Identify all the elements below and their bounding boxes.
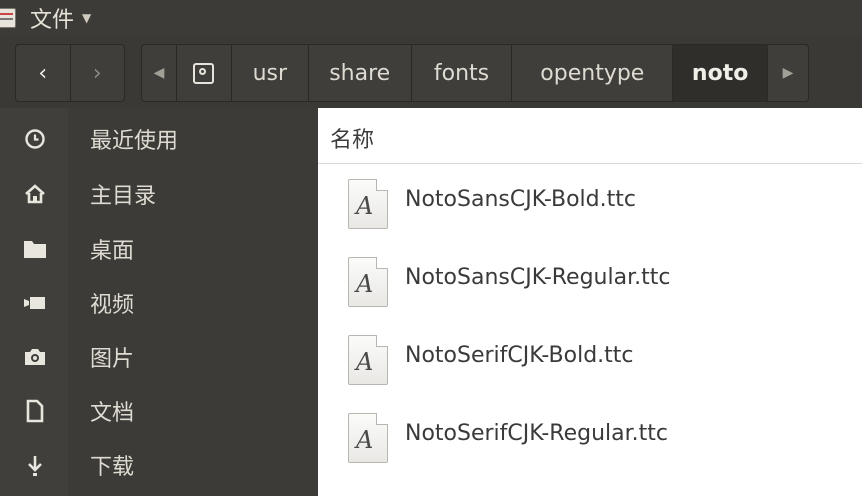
sidebar-item-label: 图片 xyxy=(90,347,135,372)
menubar: 文件 ▼ xyxy=(0,0,862,36)
home-icon xyxy=(22,181,48,207)
forward-arrow-icon: › xyxy=(92,60,102,86)
triangle-right-icon: ▶ xyxy=(782,65,794,81)
sidebar-item-recent[interactable]: 最近使用 xyxy=(0,112,318,166)
breadcrumb-share[interactable]: share xyxy=(309,45,412,101)
breadcrumb-scroll-left-button[interactable]: ◀ xyxy=(142,45,177,101)
sidebar-item-pictures[interactable]: 图片 xyxy=(0,330,318,384)
app-menu[interactable]: 文件 ▼ xyxy=(30,2,91,34)
sidebar-item-label: 视频 xyxy=(90,293,135,318)
sidebar-item-label: 主目录 xyxy=(90,184,157,209)
sidebar-item-label: 下载 xyxy=(90,455,135,480)
breadcrumb-scroll-right-button[interactable]: ▶ xyxy=(768,45,808,101)
file-name: NotoSansCJK-Regular.ttc xyxy=(405,265,671,290)
download-icon xyxy=(22,452,48,478)
breadcrumb-label: noto xyxy=(691,60,749,86)
sidebar-item-documents[interactable]: 文档 xyxy=(0,384,318,438)
breadcrumb-label: fonts xyxy=(433,60,490,86)
file-name: NotoSerifCJK-Regular.ttc xyxy=(405,421,669,446)
clock-icon xyxy=(22,126,48,152)
video-icon xyxy=(22,290,48,316)
sidebar-item-videos[interactable]: 视频 xyxy=(0,276,318,330)
sidebar-item-label: 文档 xyxy=(90,401,135,426)
sidebar-item-label: 桌面 xyxy=(90,239,135,264)
document-icon xyxy=(22,398,48,424)
folder-icon xyxy=(22,236,48,262)
sidebar-item-desktop[interactable]: 桌面 xyxy=(0,222,318,276)
chevron-down-icon: ▼ xyxy=(82,11,92,25)
camera-icon xyxy=(22,344,48,370)
back-arrow-icon: ‹ xyxy=(38,60,48,86)
toolbar: ‹ › ◀ usr share fonts opentype noto ▶ xyxy=(0,36,862,108)
file-manager-app-icon xyxy=(0,8,16,28)
app-menu-label: 文件 xyxy=(30,8,75,33)
breadcrumb-opentype[interactable]: opentype xyxy=(512,45,674,101)
font-file-icon: A xyxy=(348,335,388,385)
breadcrumb-root[interactable] xyxy=(177,45,232,101)
font-file-icon: A xyxy=(348,257,388,307)
navigation-buttons: ‹ › xyxy=(15,44,125,102)
triangle-left-icon: ◀ xyxy=(153,65,165,81)
file-row[interactable]: A NotoSerifCJK-Bold.ttc xyxy=(318,321,862,399)
breadcrumb-usr[interactable]: usr xyxy=(232,45,309,101)
column-header-name[interactable]: 名称 xyxy=(318,108,862,164)
sidebar-item-downloads[interactable]: 下载 xyxy=(0,438,318,492)
drive-icon xyxy=(193,62,215,84)
breadcrumb-label: share xyxy=(329,60,391,86)
font-file-icon: A xyxy=(348,179,388,229)
breadcrumb: ◀ usr share fonts opentype noto ▶ xyxy=(141,44,809,102)
breadcrumb-fonts[interactable]: fonts xyxy=(412,45,513,101)
breadcrumb-label: usr xyxy=(252,60,288,86)
sidebar-item-home[interactable]: 主目录 xyxy=(0,167,318,221)
file-row[interactable]: A NotoSansCJK-Bold.ttc xyxy=(318,165,862,243)
breadcrumb-noto[interactable]: noto xyxy=(673,45,769,101)
font-file-icon: A xyxy=(348,413,388,463)
back-button[interactable]: ‹ xyxy=(16,45,70,101)
file-list: 名称 A NotoSansCJK-Bold.ttc A NotoSansCJK-… xyxy=(318,108,862,496)
forward-button[interactable]: › xyxy=(69,45,125,101)
file-row[interactable]: A NotoSerifCJK-Regular.ttc xyxy=(318,399,862,477)
sidebar-item-label: 最近使用 xyxy=(90,129,179,154)
column-header-label: 名称 xyxy=(330,128,375,153)
file-name: NotoSansCJK-Bold.ttc xyxy=(405,187,636,212)
file-row[interactable]: A NotoSansCJK-Regular.ttc xyxy=(318,243,862,321)
breadcrumb-label: opentype xyxy=(540,60,645,86)
sidebar: 最近使用 主目录 桌面 视频 图片 文档 下载 xyxy=(0,108,318,496)
file-name: NotoSerifCJK-Bold.ttc xyxy=(405,343,634,368)
